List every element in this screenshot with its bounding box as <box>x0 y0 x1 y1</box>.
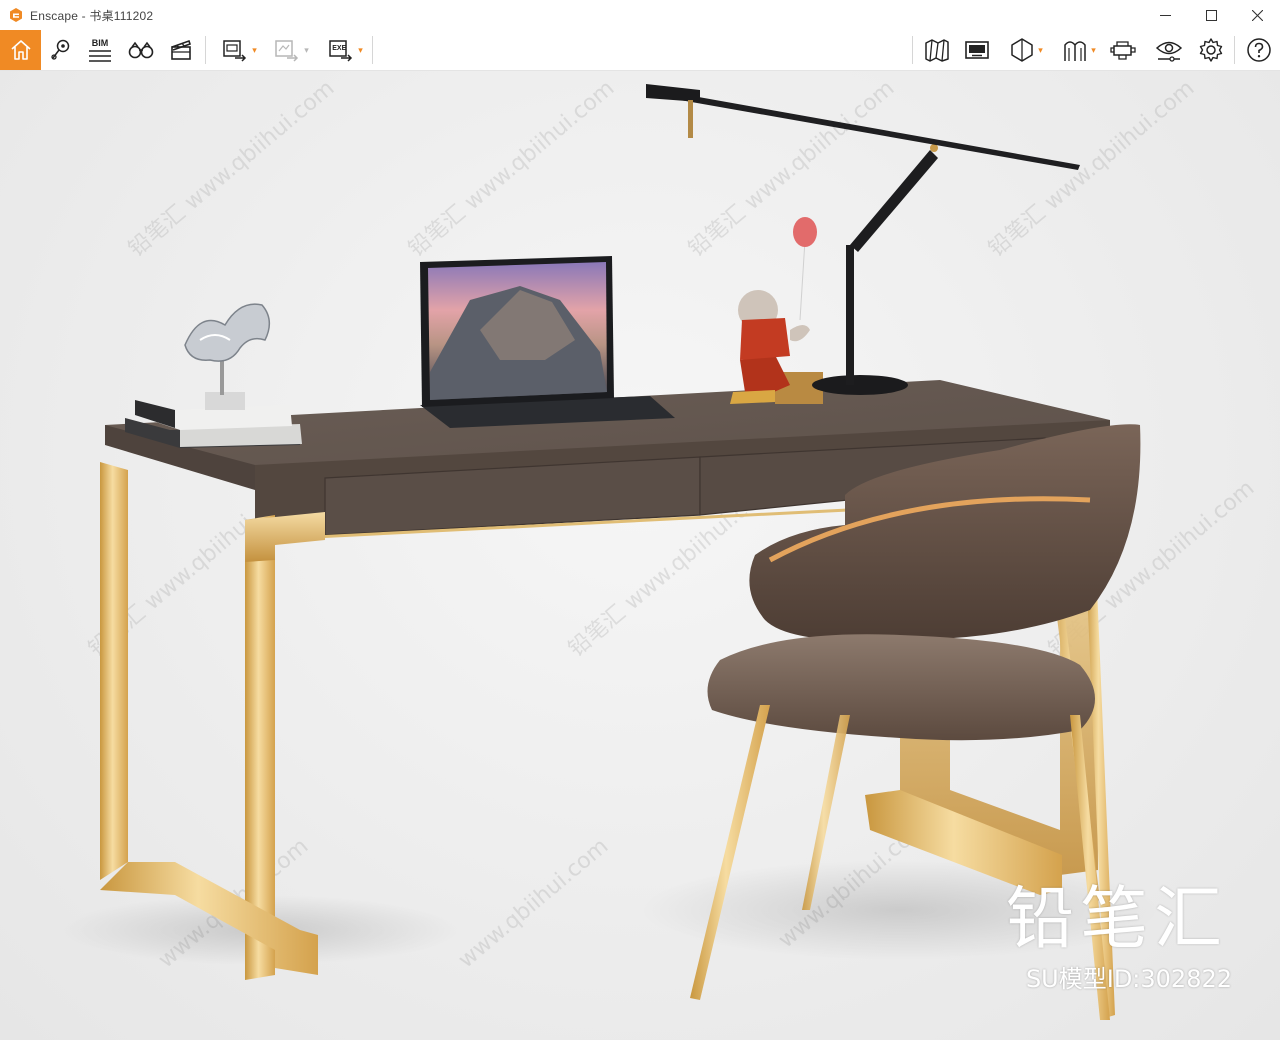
toolbar-divider <box>205 36 206 64</box>
chevron-down-icon[interactable]: ▾ <box>1091 45 1096 56</box>
vr-headset-icon <box>1110 41 1136 60</box>
asset-library-button[interactable] <box>960 30 994 70</box>
render-viewport[interactable]: 铅笔汇 www.qbiihui.com 铅笔汇 www.qbiihui.com … <box>0 71 1280 1040</box>
collapse-toolbar-button[interactable] <box>630 71 650 74</box>
close-button[interactable] <box>1234 0 1280 30</box>
export-panorama-button[interactable]: ▾ <box>266 30 316 70</box>
laptop <box>420 256 675 428</box>
video-editor-button[interactable] <box>166 30 196 70</box>
help-button[interactable] <box>1242 30 1276 70</box>
export-panorama-icon <box>275 40 299 62</box>
help-icon <box>1247 38 1271 62</box>
visual-settings-button[interactable] <box>1152 30 1186 70</box>
chevron-down-icon[interactable]: ▾ <box>358 45 363 56</box>
chevron-down-icon[interactable]: ▾ <box>252 45 257 56</box>
horse-sculpture <box>184 303 271 410</box>
section-view-button[interactable]: ▾ <box>1000 30 1052 70</box>
export-exe-button[interactable]: EXE ▾ <box>320 30 370 70</box>
maximize-button[interactable] <box>1188 0 1234 30</box>
toolbar-divider <box>372 36 373 64</box>
exe-label: EXE <box>332 45 347 52</box>
chevron-down-icon[interactable]: ▾ <box>304 45 309 56</box>
clapperboard-icon <box>171 39 192 60</box>
brand-watermark: 铅笔汇 <box>1005 880 1228 959</box>
app-name: Enscape <box>30 8 79 23</box>
maximize-icon <box>1205 9 1217 21</box>
document-title: 书桌111202 <box>89 8 154 23</box>
bim-label: BIM <box>91 37 109 48</box>
bim-icon <box>89 49 111 62</box>
views-icon <box>1064 41 1086 61</box>
binoculars-button[interactable] <box>124 30 158 70</box>
chevron-down-icon[interactable]: ▾ <box>1038 45 1043 56</box>
title-separator: - <box>78 8 90 23</box>
export-exe-icon: EXE <box>327 37 355 63</box>
asset-library-icon <box>965 41 989 59</box>
home-button[interactable] <box>0 30 41 70</box>
close-icon <box>1251 9 1263 21</box>
map-button[interactable] <box>920 30 954 70</box>
model-id-label: SU模型ID:302822 <box>1025 965 1232 993</box>
render-screenshot-icon <box>223 40 247 62</box>
views-button[interactable]: ▾ <box>1054 30 1104 70</box>
figure-toy <box>730 217 823 404</box>
render-screenshot-button[interactable]: ▾ <box>214 30 264 70</box>
toolbar: BIM ▾ ▾ EXE ▾ ▾ ▾ <box>0 30 1280 71</box>
toolbar-divider <box>1234 36 1235 64</box>
location-button[interactable] <box>45 30 77 70</box>
visual-settings-icon <box>1155 41 1183 62</box>
minimize-icon <box>1159 14 1171 16</box>
home-icon <box>10 40 31 60</box>
section-view-icon <box>1011 38 1033 62</box>
minimize-button[interactable] <box>1142 0 1188 30</box>
window-title: Enscape - 书桌111202 <box>30 7 153 24</box>
vr-headset-button[interactable] <box>1106 30 1140 70</box>
toolbar-divider <box>912 36 913 64</box>
window-controls <box>1142 0 1280 30</box>
desk-lamp <box>646 84 1080 395</box>
settings-gear-icon <box>1199 38 1223 62</box>
location-pin-icon <box>51 39 70 60</box>
binoculars-icon <box>128 41 154 59</box>
bim-button[interactable]: BIM <box>84 30 116 70</box>
map-icon <box>925 39 949 62</box>
enscape-logo-icon <box>10 8 22 22</box>
title-bar: Enscape - 书桌111202 <box>0 0 1280 30</box>
settings-button[interactable] <box>1194 30 1228 70</box>
